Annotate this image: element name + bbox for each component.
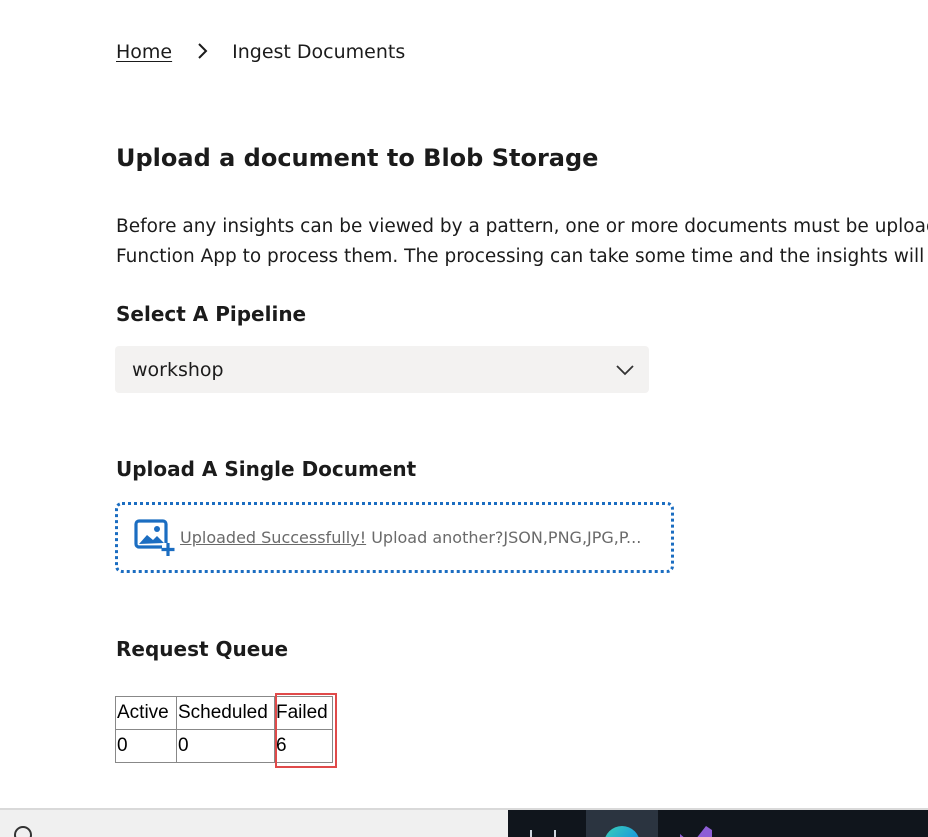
visual-studio-icon[interactable] xyxy=(676,824,714,837)
breadcrumb-home-link[interactable]: Home xyxy=(116,41,172,63)
page-title: Upload a document to Blob Storage xyxy=(116,144,599,172)
chevron-right-icon xyxy=(172,38,232,66)
failed-count: 6 xyxy=(274,729,333,763)
header-scheduled: Scheduled xyxy=(176,696,275,730)
upload-label: Upload A Single Document xyxy=(116,457,417,481)
breadcrumb-current: Ingest Documents xyxy=(232,41,406,63)
active-count: 0 xyxy=(115,729,177,763)
pipeline-label: Select A Pipeline xyxy=(116,302,307,326)
task-view-icon[interactable] xyxy=(530,830,556,837)
taskbar-apps-region xyxy=(508,810,928,837)
header-active: Active xyxy=(115,696,177,730)
upload-status-text: Uploaded Successfully! Upload another?JS… xyxy=(180,528,641,547)
upload-dropzone[interactable]: Uploaded Successfully! Upload another?JS… xyxy=(115,502,674,573)
os-taskbar xyxy=(0,808,928,837)
upload-prompt-text: Upload another?JSON,PNG,JPG,P... xyxy=(366,528,642,547)
pipeline-selected-value: workshop xyxy=(132,358,224,381)
description-line-2: Function App to process them. The proces… xyxy=(116,246,928,267)
request-queue-table: Active Scheduled Failed 0 0 6 xyxy=(115,696,333,763)
table-row: 0 0 6 xyxy=(115,729,333,763)
add-image-icon xyxy=(134,518,176,557)
breadcrumb: Home Ingest Documents xyxy=(116,38,405,66)
upload-success-link[interactable]: Uploaded Successfully! xyxy=(180,528,366,547)
description-line-1: Before any insights can be viewed by a p… xyxy=(116,216,928,237)
scheduled-count: 0 xyxy=(176,729,275,763)
table-header-row: Active Scheduled Failed xyxy=(115,696,333,730)
page-description: Before any insights can be viewed by a p… xyxy=(116,212,928,272)
header-failed: Failed xyxy=(274,696,333,730)
chevron-down-icon xyxy=(615,360,635,380)
ingest-documents-page: Home Ingest Documents Upload a document … xyxy=(0,0,928,808)
search-icon[interactable] xyxy=(14,826,32,837)
pipeline-select[interactable]: workshop xyxy=(115,346,649,393)
request-queue-label: Request Queue xyxy=(116,637,289,661)
